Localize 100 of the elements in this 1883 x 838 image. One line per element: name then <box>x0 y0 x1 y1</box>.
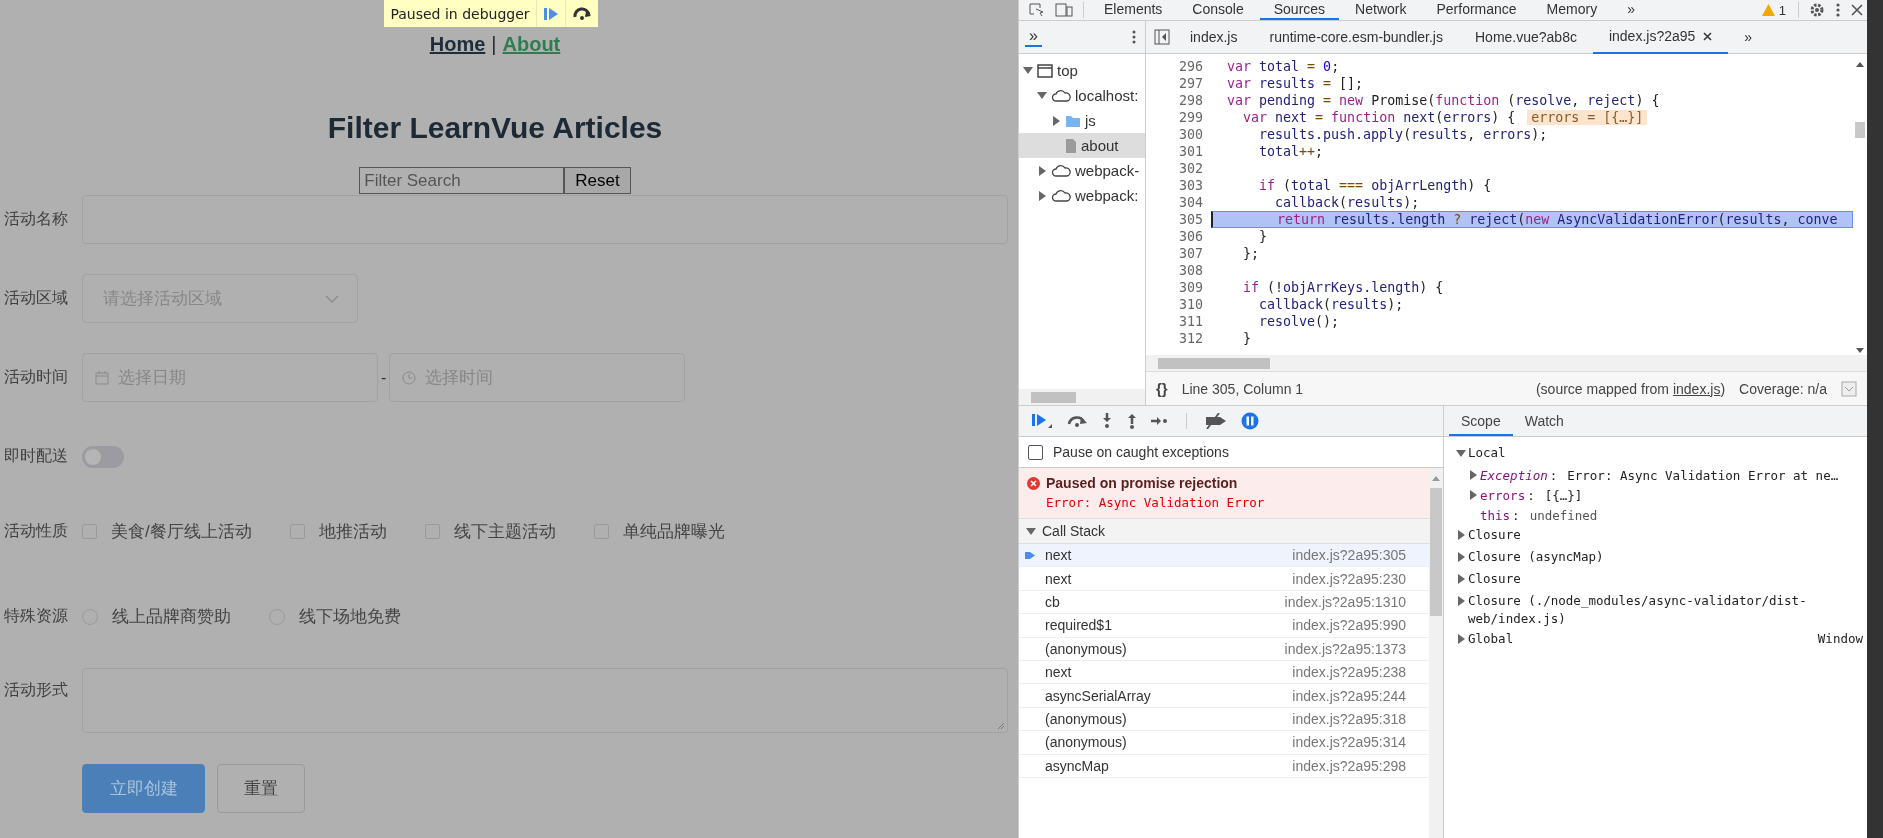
scrollbar-thumb[interactable] <box>1031 391 1076 403</box>
scroll-up-icon[interactable] <box>1855 60 1865 68</box>
code-line: total++; <box>1258 143 1325 160</box>
close-icon[interactable] <box>1703 31 1713 41</box>
pretty-print-button[interactable]: {} <box>1156 380 1168 397</box>
scrollbar-thumb[interactable] <box>1430 488 1442 616</box>
tree-item[interactable]: webpack: <box>1019 183 1145 208</box>
scope-section[interactable]: Closure <box>1448 569 1863 591</box>
step-out-icon[interactable] <box>1126 413 1138 429</box>
step-into-icon[interactable] <box>1101 413 1113 429</box>
source-link[interactable]: index.js <box>1672 380 1721 397</box>
inspect-icon[interactable] <box>1029 3 1045 17</box>
file-tab[interactable]: Home.vue?ab8c <box>1459 20 1593 54</box>
tree-item[interactable]: localhost: <box>1019 83 1145 108</box>
textarea-field[interactable] <box>82 668 1008 733</box>
triangle-right-icon[interactable] <box>1456 634 1466 644</box>
devtools-tab[interactable]: Performance <box>1422 0 1531 20</box>
triangle-down-icon[interactable] <box>1026 526 1036 536</box>
scrollbar-thumb[interactable] <box>1158 357 1270 369</box>
page-title: Filter LearnVue Articles <box>326 110 664 146</box>
text-input[interactable] <box>82 195 1008 244</box>
step-icon[interactable] <box>1151 416 1169 426</box>
file-tab[interactable]: index.js <box>1174 20 1254 54</box>
triangle-right-icon[interactable] <box>1456 596 1466 606</box>
pause-on-exceptions-icon[interactable] <box>1241 412 1259 430</box>
resume-icon[interactable] <box>1031 413 1053 429</box>
scope-section[interactable]: Global Window <box>1448 629 1863 651</box>
scrollbar[interactable] <box>1146 355 1867 371</box>
triangle-right-icon[interactable] <box>1037 165 1047 176</box>
form-label: 活动名称 <box>3 209 68 229</box>
call-frame[interactable]: next index.js?2a95:305 <box>1019 544 1429 568</box>
triangle-right-icon[interactable] <box>1037 190 1047 201</box>
triangle-right-icon[interactable] <box>1456 530 1466 540</box>
navigator-more-button[interactable]: » <box>1025 27 1042 47</box>
devtools-tab[interactable]: Memory <box>1532 0 1612 20</box>
more-tabs-button[interactable]: » <box>1613 0 1649 20</box>
code-line: if (!objArrKeys.length) { <box>1242 279 1445 296</box>
call-frame[interactable]: cb index.js?2a95:1310 <box>1019 590 1429 615</box>
triangle-right-icon[interactable] <box>1456 552 1466 562</box>
scrollbar[interactable] <box>1429 468 1443 838</box>
coverage-icon[interactable] <box>1841 380 1857 397</box>
filter-search-field[interactable]: Filter Search <box>359 167 565 194</box>
sidebar-tab[interactable]: Scope <box>1449 406 1513 436</box>
scope-section[interactable]: Closure (./node_modules/async-validator/dist-web/index.js) <box>1448 591 1863 629</box>
calendar-icon <box>95 370 109 385</box>
tree-item[interactable]: top <box>1019 58 1145 83</box>
resize-handle-icon[interactable] <box>995 720 1005 730</box>
call-frame[interactable]: asyncMap index.js?2a95:298 <box>1019 754 1429 778</box>
call-frame[interactable]: next index.js?2a95:238 <box>1019 660 1429 685</box>
call-frame[interactable]: asyncSerialArray index.js?2a95:244 <box>1019 684 1429 708</box>
toggle-navigator-icon[interactable] <box>1154 29 1170 45</box>
call-frame[interactable]: next index.js?2a95:230 <box>1019 567 1429 591</box>
deactivate-breakpoints-icon[interactable] <box>1204 413 1228 429</box>
step-over-icon[interactable] <box>1066 414 1088 428</box>
call-frame[interactable]: (anonymous) index.js?2a95:318 <box>1019 707 1429 732</box>
more-files-button[interactable]: » <box>1728 20 1769 54</box>
warnings-counter[interactable]: 1 <box>1755 2 1792 18</box>
scope-property[interactable]: this : undefined <box>1448 505 1863 525</box>
devtools-tab[interactable]: Elements <box>1090 0 1177 20</box>
range-separator: - <box>381 368 387 387</box>
code-line: callback(results); <box>1258 296 1405 313</box>
call-frame[interactable]: (anonymous) index.js?2a95:1373 <box>1019 637 1429 661</box>
more-options-icon[interactable] <box>1131 29 1137 45</box>
triangle-down-icon[interactable] <box>1456 448 1466 458</box>
scope-section[interactable]: Closure (asyncMap) <box>1448 547 1863 569</box>
tree-item[interactable]: about <box>1019 133 1145 158</box>
form-label: 活动区域 <box>3 288 68 308</box>
devtools-tab[interactable]: Network <box>1341 0 1421 20</box>
tree-item[interactable]: webpack- <box>1019 158 1145 183</box>
more-options-icon[interactable] <box>1835 2 1841 18</box>
reset-button[interactable]: Reset <box>564 167 631 194</box>
scrollbar-thumb[interactable] <box>1855 122 1865 138</box>
file-tab[interactable]: index.js?2a95 <box>1592 20 1729 54</box>
settings-icon[interactable] <box>1809 2 1825 18</box>
call-frame[interactable]: required$1 index.js?2a95:990 <box>1019 614 1429 638</box>
cloud-icon <box>1051 88 1071 103</box>
scope-section[interactable]: Local <box>1448 443 1863 465</box>
nav-link[interactable]: Home <box>429 33 486 56</box>
line-number: 297 <box>1177 76 1204 91</box>
tree-item[interactable]: js <box>1019 108 1145 133</box>
reset-form-button[interactable]: 重置 <box>217 764 305 813</box>
call-frame[interactable]: (anonymous) index.js?2a95:314 <box>1019 731 1429 755</box>
line-number: 302 <box>1177 161 1204 176</box>
scope-property[interactable]: Exception : Error: Async Validation Error at ne… <box>1448 465 1863 485</box>
close-icon[interactable] <box>1851 4 1863 16</box>
folder-icon <box>1065 113 1081 128</box>
triangle-right-icon[interactable] <box>1456 574 1466 584</box>
file-tab[interactable]: runtime-core.esm-bundler.js <box>1253 20 1459 54</box>
scrollbar[interactable] <box>1019 389 1145 405</box>
toggle-switch[interactable] <box>82 445 124 468</box>
device-toolbar-icon[interactable] <box>1055 3 1073 17</box>
triangle-right-icon[interactable] <box>1051 115 1061 126</box>
scope-property[interactable]: errors : [{…}] <box>1448 485 1863 505</box>
form-label: 特殊资源 <box>3 606 68 626</box>
devtools-tab[interactable]: Console <box>1178 0 1258 20</box>
call-stack-header[interactable]: Call Stack <box>1019 519 1429 544</box>
checkbox[interactable] <box>1028 444 1043 460</box>
line-number: 301 <box>1177 144 1204 159</box>
scope-section[interactable]: Closure <box>1448 525 1863 547</box>
sidebar-tab[interactable]: Watch <box>1512 406 1576 436</box>
